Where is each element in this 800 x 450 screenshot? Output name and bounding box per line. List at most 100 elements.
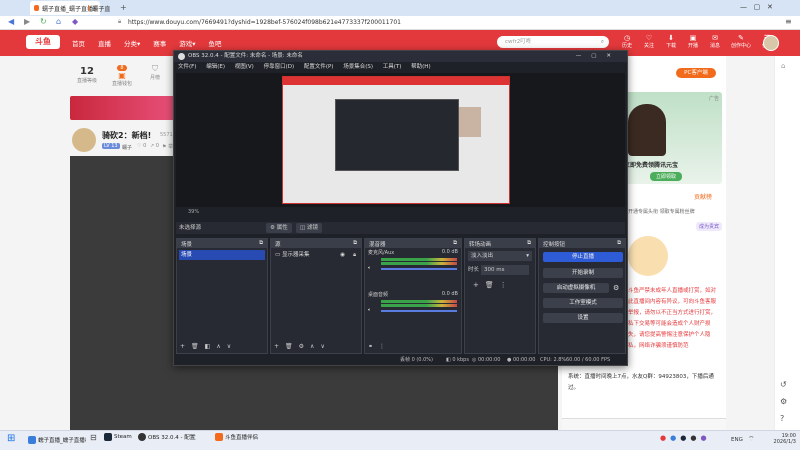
back-icon[interactable]: ◀ — [8, 17, 14, 26]
filters-button[interactable]: ◫ 滤镜 — [296, 223, 322, 233]
nav-live[interactable]: 直播 — [98, 38, 111, 48]
obs-menu-help[interactable]: 帮助(H) — [411, 64, 430, 70]
menu-icon[interactable]: ≡ — [785, 17, 792, 26]
obs-menu-edit[interactable]: 编辑(E) — [206, 64, 225, 70]
obs-menu-scene-collection[interactable]: 场景集合(S) — [343, 64, 373, 70]
clock[interactable]: 19:00 2026/1/3 — [772, 433, 796, 445]
taskbar-grid-icon[interactable]: ⊟ — [90, 433, 97, 442]
filter-icon[interactable]: ◧ — [205, 343, 211, 350]
network-icon[interactable]: ⌔ — [748, 435, 755, 444]
down-icon[interactable]: ∨ — [320, 343, 324, 350]
site-logo[interactable]: 斗鱼 — [26, 35, 60, 49]
taskbar-item-obs[interactable]: OBS 32.0.4 - 配置文件: 未 — [138, 433, 198, 441]
add-icon[interactable]: + — [180, 343, 185, 350]
broadcast-icon[interactable]: ▣ 开播 — [686, 34, 700, 49]
like-icon[interactable]: ♡ 0 — [137, 143, 146, 149]
ad-banner[interactable]: 广告 立即免费领腾讯元宝 立即领取 — [620, 92, 722, 184]
more-icon[interactable]: ⋮ — [500, 281, 507, 289]
language-indicator[interactable]: ENG — [731, 437, 743, 443]
obs-menu-profile[interactable]: 配置文件(P) — [304, 64, 334, 70]
more-icon[interactable]: ⋮ — [379, 343, 385, 350]
volume-slider[interactable] — [381, 268, 457, 270]
new-tab-button[interactable]: + — [120, 3, 127, 12]
message-icon[interactable]: ✉ 消息 — [708, 34, 722, 49]
tray-app-icon[interactable]: ● — [700, 434, 706, 442]
source-item[interactable]: ▭ 显示器采集 ◉ 🔒︎ — [273, 250, 359, 260]
tray-app-icon[interactable]: ● — [690, 434, 696, 442]
gear-icon[interactable]: ⚙ — [299, 343, 304, 350]
dock-float-icon[interactable]: ⧉ — [617, 240, 621, 247]
link-icon[interactable]: ⚭ — [368, 343, 373, 350]
pc-client-button[interactable]: PC客户端 — [676, 68, 716, 78]
nav-category[interactable]: 分类▾ — [124, 38, 140, 48]
nav-yuba[interactable]: 鱼吧 — [209, 38, 222, 48]
virtual-camera-button[interactable]: 启动虚拟摄像机 — [543, 283, 609, 293]
up-icon[interactable]: ∧ — [216, 343, 220, 350]
obs-menu-view[interactable]: 视图(V) — [235, 64, 254, 70]
virtual-camera-settings-icon[interactable]: ⚙ — [613, 284, 619, 292]
nav-events[interactable]: 赛事 — [153, 38, 166, 48]
tray-app-icon[interactable]: ● — [660, 434, 666, 442]
add-icon[interactable]: + — [274, 343, 279, 350]
dock-float-icon[interactable]: ⧉ — [527, 240, 531, 247]
top-icon[interactable]: ⌂ — [781, 62, 785, 70]
activity-banner[interactable] — [70, 96, 176, 120]
properties-button[interactable]: ⚙ 属性 — [266, 223, 292, 233]
down-icon[interactable]: ∨ — [227, 343, 231, 350]
browser-tab[interactable]: 蠕子直播_蠕子直播视频在线 — [84, 1, 114, 15]
follow-icon[interactable]: ♡ 关注 — [642, 34, 656, 49]
obs-menu-tools[interactable]: 工具(T) — [383, 64, 402, 70]
add-icon[interactable]: + — [473, 281, 479, 289]
rank-tab[interactable]: 贡献榜 — [694, 192, 712, 201]
volume-slider[interactable] — [381, 310, 457, 312]
visibility-icon[interactable]: ◉ — [340, 250, 345, 260]
monthly-rank[interactable]: ⛉ 月榜 — [145, 64, 165, 81]
window-controls[interactable]: — ▢ ✕ — [740, 3, 773, 11]
duration-input[interactable]: 300 ms — [481, 265, 529, 275]
taskbar-item-steam[interactable]: Steam — [104, 433, 132, 441]
nav-home[interactable]: 首页 — [72, 38, 85, 48]
anchor-wallet[interactable]: 8 ▣ 直播钱包 — [110, 64, 134, 87]
extension-icon[interactable]: ◆ — [72, 17, 78, 26]
trash-icon[interactable]: 🗑︎ — [485, 281, 494, 289]
tray-app-icon[interactable]: ● — [680, 434, 686, 442]
start-icon[interactable]: ⊞ — [7, 433, 15, 444]
transition-select[interactable]: 淡入淡出 ▾ — [468, 251, 532, 261]
user-avatar[interactable] — [763, 35, 779, 51]
settings-icon[interactable]: ⚙ — [780, 397, 787, 406]
dock-float-icon[interactable]: ⧉ — [353, 240, 357, 247]
up-icon[interactable]: ∧ — [310, 343, 314, 350]
creator-icon[interactable]: ✎ 创作中心 — [730, 34, 752, 49]
obs-window-controls[interactable]: —▢✕ — [576, 51, 621, 62]
dock-float-icon[interactable]: ⧉ — [259, 240, 263, 247]
obs-menu-docks[interactable]: 停靠窗口(D) — [264, 64, 295, 70]
nav-games[interactable]: 游戏▾ — [179, 38, 195, 48]
trash-icon[interactable]: 🗑︎ — [285, 343, 293, 350]
history-icon[interactable]: ◷ 历史 — [620, 34, 634, 49]
room-owner[interactable]: 蠕子 — [122, 144, 132, 151]
room-avatar[interactable] — [72, 128, 96, 152]
obs-menu-file[interactable]: 文件(F) — [178, 64, 196, 70]
forward-icon[interactable]: ▶ — [24, 17, 30, 26]
taskbar-item-browser[interactable]: 蠕子直播_蠕子直播视频在线 — [28, 433, 88, 447]
site-search[interactable]: cwfr2叮咚 ⌕ — [497, 36, 609, 48]
speaker-icon[interactable]: 🔈︎ — [368, 265, 371, 271]
chat-input[interactable] — [562, 418, 726, 430]
start-recording-button[interactable]: 开始录制 — [543, 268, 623, 278]
speaker-icon[interactable]: 🔈︎ — [368, 307, 371, 313]
taskbar-item-douyu-companion[interactable]: 斗鱼直播伴侣 — [215, 433, 258, 441]
share-icon[interactable]: ↗ 0 — [150, 143, 159, 149]
settings-button[interactable]: 设置 — [543, 313, 623, 323]
lock-icon[interactable]: 🔒︎ — [353, 250, 356, 260]
home-icon[interactable]: ⌂ — [56, 17, 61, 26]
dock-float-icon[interactable]: ⧉ — [453, 240, 457, 247]
stop-streaming-button[interactable]: 停止直播 — [543, 252, 623, 262]
scene-item[interactable]: 场景 — [179, 250, 265, 260]
help-icon[interactable]: ? — [780, 414, 784, 423]
address-bar[interactable]: https://www.douyu.com/7669491?dyshid=192… — [128, 19, 401, 26]
studio-mode-button[interactable]: 工作室模式 — [543, 298, 623, 308]
tray-app-icon[interactable]: ● — [670, 434, 676, 442]
obs-zoom-text[interactable]: 39% — [188, 209, 199, 215]
download-icon[interactable]: ⬇ 下载 — [664, 34, 678, 49]
rank-link[interactable]: 成为贵宾 — [696, 222, 723, 231]
